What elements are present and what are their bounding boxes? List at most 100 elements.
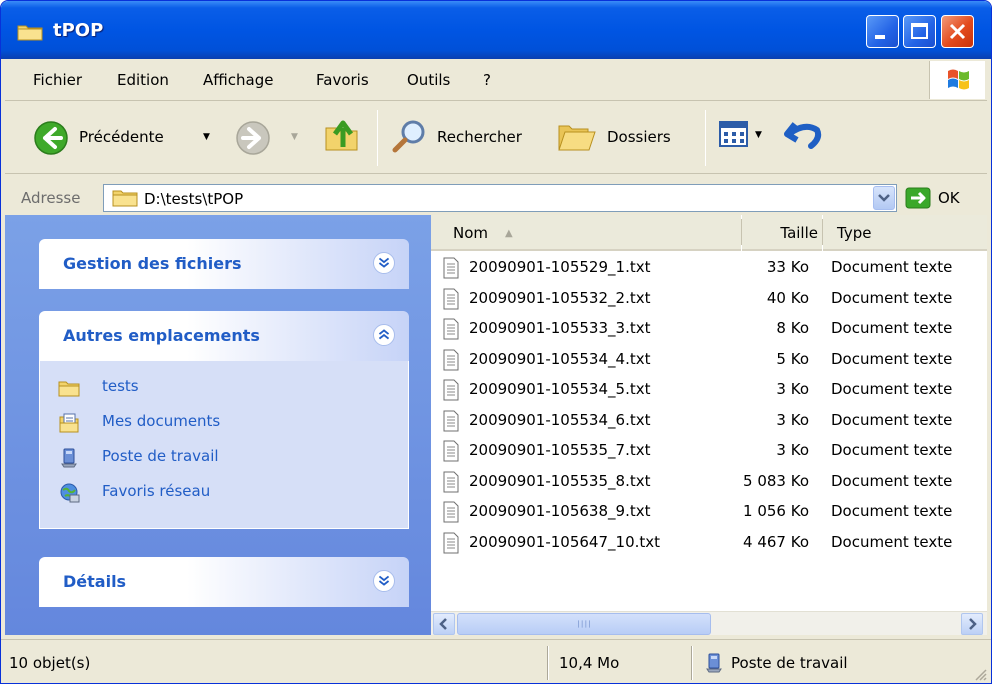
- file-type: Document texte: [831, 410, 953, 429]
- file-name: 20090901-105534_6.txt: [469, 410, 651, 429]
- back-dropdown-icon[interactable]: ▼: [203, 132, 210, 142]
- status-total-size: 10,4 Mo: [559, 654, 620, 672]
- file-type: Document texte: [831, 258, 953, 276]
- scroll-thumb[interactable]: [457, 613, 711, 635]
- file-size: 40 Ko: [766, 288, 809, 307]
- text-file-icon: [443, 318, 459, 340]
- views-dropdown-icon[interactable]: ▼: [755, 130, 762, 140]
- chevron-down-icon: [878, 194, 890, 202]
- explorer-window: tPOP Fichier Edition Affichage Favoris O…: [0, 0, 992, 684]
- file-name: 20090901-105535_7.txt: [469, 441, 651, 459]
- menu-favoris[interactable]: Favoris: [316, 71, 369, 89]
- file-type: Document texte: [831, 471, 953, 490]
- status-object-count: 10 objet(s): [9, 654, 91, 672]
- undo-icon: [784, 122, 822, 149]
- folder-icon: [17, 25, 43, 41]
- file-size: 3 Ko: [776, 410, 809, 429]
- menu-affichage[interactable]: Affichage: [203, 71, 273, 89]
- place-link-label: Mes documents: [102, 412, 221, 430]
- file-type: Document texte: [831, 502, 953, 520]
- menu-edition[interactable]: Edition: [117, 71, 169, 89]
- column-header-type[interactable]: Type: [823, 215, 987, 251]
- back-button[interactable]: Précédente ▼: [33, 116, 219, 160]
- status-bar: 10 objet(s) 10,4 Mo Poste de travail: [1, 639, 991, 683]
- file-row[interactable]: 20090901-105534_5.txt 3 Ko Document texte: [431, 375, 987, 405]
- column-header-size[interactable]: Taille: [742, 215, 822, 251]
- window-title: tPOP: [53, 20, 104, 41]
- views-button[interactable]: ▼: [719, 120, 767, 156]
- menu-fichier[interactable]: Fichier: [33, 71, 82, 89]
- file-row[interactable]: 20090901-105529_1.txt 33 Ko Document texte: [431, 253, 987, 283]
- title-bar[interactable]: tPOP: [1, 1, 991, 59]
- my-documents-icon: [59, 413, 79, 433]
- go-button[interactable]: OK: [938, 189, 960, 207]
- folders-icon: [558, 125, 596, 151]
- folders-button[interactable]: Dossiers: [557, 114, 693, 160]
- file-size: 33 Ko: [766, 258, 809, 276]
- maximize-icon: [911, 23, 928, 39]
- up-folder-button[interactable]: [323, 114, 365, 160]
- minimize-button[interactable]: [866, 15, 899, 48]
- task-pane: Gestion des fichiers Autres emplacements: [5, 215, 431, 635]
- menu-outils[interactable]: Outils: [407, 71, 450, 89]
- file-size: 3 Ko: [776, 441, 809, 459]
- address-input[interactable]: D:\tests\tPOP: [103, 184, 897, 212]
- text-file-icon: [443, 288, 459, 309]
- views-icon: [719, 121, 748, 147]
- file-name: 20090901-105534_4.txt: [469, 349, 651, 368]
- search-icon: [392, 120, 425, 153]
- file-type: Document texte: [831, 441, 953, 459]
- address-value: D:\tests\tPOP: [144, 190, 244, 208]
- details-header[interactable]: Détails: [39, 557, 409, 607]
- file-row[interactable]: 20090901-105535_7.txt 3 Ko Document texte: [431, 436, 987, 466]
- file-name: 20090901-105529_1.txt: [469, 258, 651, 276]
- file-type: Document texte: [831, 380, 953, 398]
- maximize-button[interactable]: [903, 15, 936, 48]
- file-row[interactable]: 20090901-105647_10.txt 4 467 Ko Document t…: [431, 528, 987, 558]
- toolbar-separator: [705, 110, 706, 166]
- file-name: 20090901-105534_5.txt: [469, 380, 651, 398]
- search-button[interactable]: Rechercher: [391, 114, 543, 160]
- text-file-icon: [443, 379, 459, 401]
- forward-button[interactable]: ▼: [235, 116, 305, 160]
- horizontal-scrollbar[interactable]: [431, 611, 987, 635]
- folder-up-icon: [325, 120, 358, 151]
- other-places-header[interactable]: Autres emplacements: [39, 311, 409, 361]
- scroll-left-button[interactable]: [433, 613, 455, 635]
- text-file-icon: [443, 471, 459, 492]
- file-size: 5 083 Ko: [743, 471, 809, 490]
- resize-grip-icon[interactable]: [973, 667, 987, 681]
- column-header-name[interactable]: Nom ▲: [431, 215, 741, 251]
- my-computer-icon: [61, 448, 77, 468]
- minimize-icon: [875, 35, 885, 39]
- other-places-title: Autres emplacements: [63, 326, 260, 345]
- file-row[interactable]: 20090901-105535_8.txt 5 083 Ko Document te…: [431, 467, 987, 497]
- collapse-chevron-icon[interactable]: [373, 324, 395, 346]
- status-separator: [691, 646, 693, 680]
- file-row[interactable]: 20090901-105534_4.txt 5 Ko Document texte: [431, 345, 987, 375]
- file-size: 1 056 Ko: [743, 502, 809, 520]
- expand-chevron-icon[interactable]: [373, 570, 395, 592]
- file-size: 4 467 Ko: [743, 532, 809, 551]
- file-row[interactable]: 20090901-105534_6.txt 3 Ko Document texte: [431, 406, 987, 436]
- menu-help[interactable]: ?: [483, 71, 491, 89]
- address-dropdown-button[interactable]: [873, 186, 895, 210]
- back-arrow-icon: [34, 121, 68, 155]
- sort-ascending-icon: ▲: [505, 228, 513, 239]
- file-type: Document texte: [831, 319, 953, 337]
- close-button[interactable]: [941, 15, 974, 48]
- go-arrow-icon[interactable]: [905, 187, 931, 209]
- file-name: 20090901-105533_3.txt: [469, 319, 651, 337]
- file-row[interactable]: 20090901-105532_2.txt 40 Ko Document texte: [431, 284, 987, 314]
- scroll-right-button[interactable]: [961, 613, 983, 635]
- expand-chevron-icon[interactable]: [373, 252, 395, 274]
- grip-lines-icon: [578, 620, 590, 628]
- other-places-body: tests Mes documents Poste de travail Fav…: [39, 361, 409, 529]
- file-size: 5 Ko: [776, 349, 809, 368]
- file-tasks-header[interactable]: Gestion des fichiers: [39, 239, 409, 289]
- undo-button[interactable]: [783, 116, 829, 158]
- file-row[interactable]: 20090901-105533_3.txt 8 Ko Document texte: [431, 314, 987, 344]
- file-row[interactable]: 20090901-105638_9.txt 1 056 Ko Document te…: [431, 497, 987, 527]
- forward-dropdown-icon[interactable]: ▼: [291, 132, 298, 142]
- folders-label: Dossiers: [607, 128, 671, 146]
